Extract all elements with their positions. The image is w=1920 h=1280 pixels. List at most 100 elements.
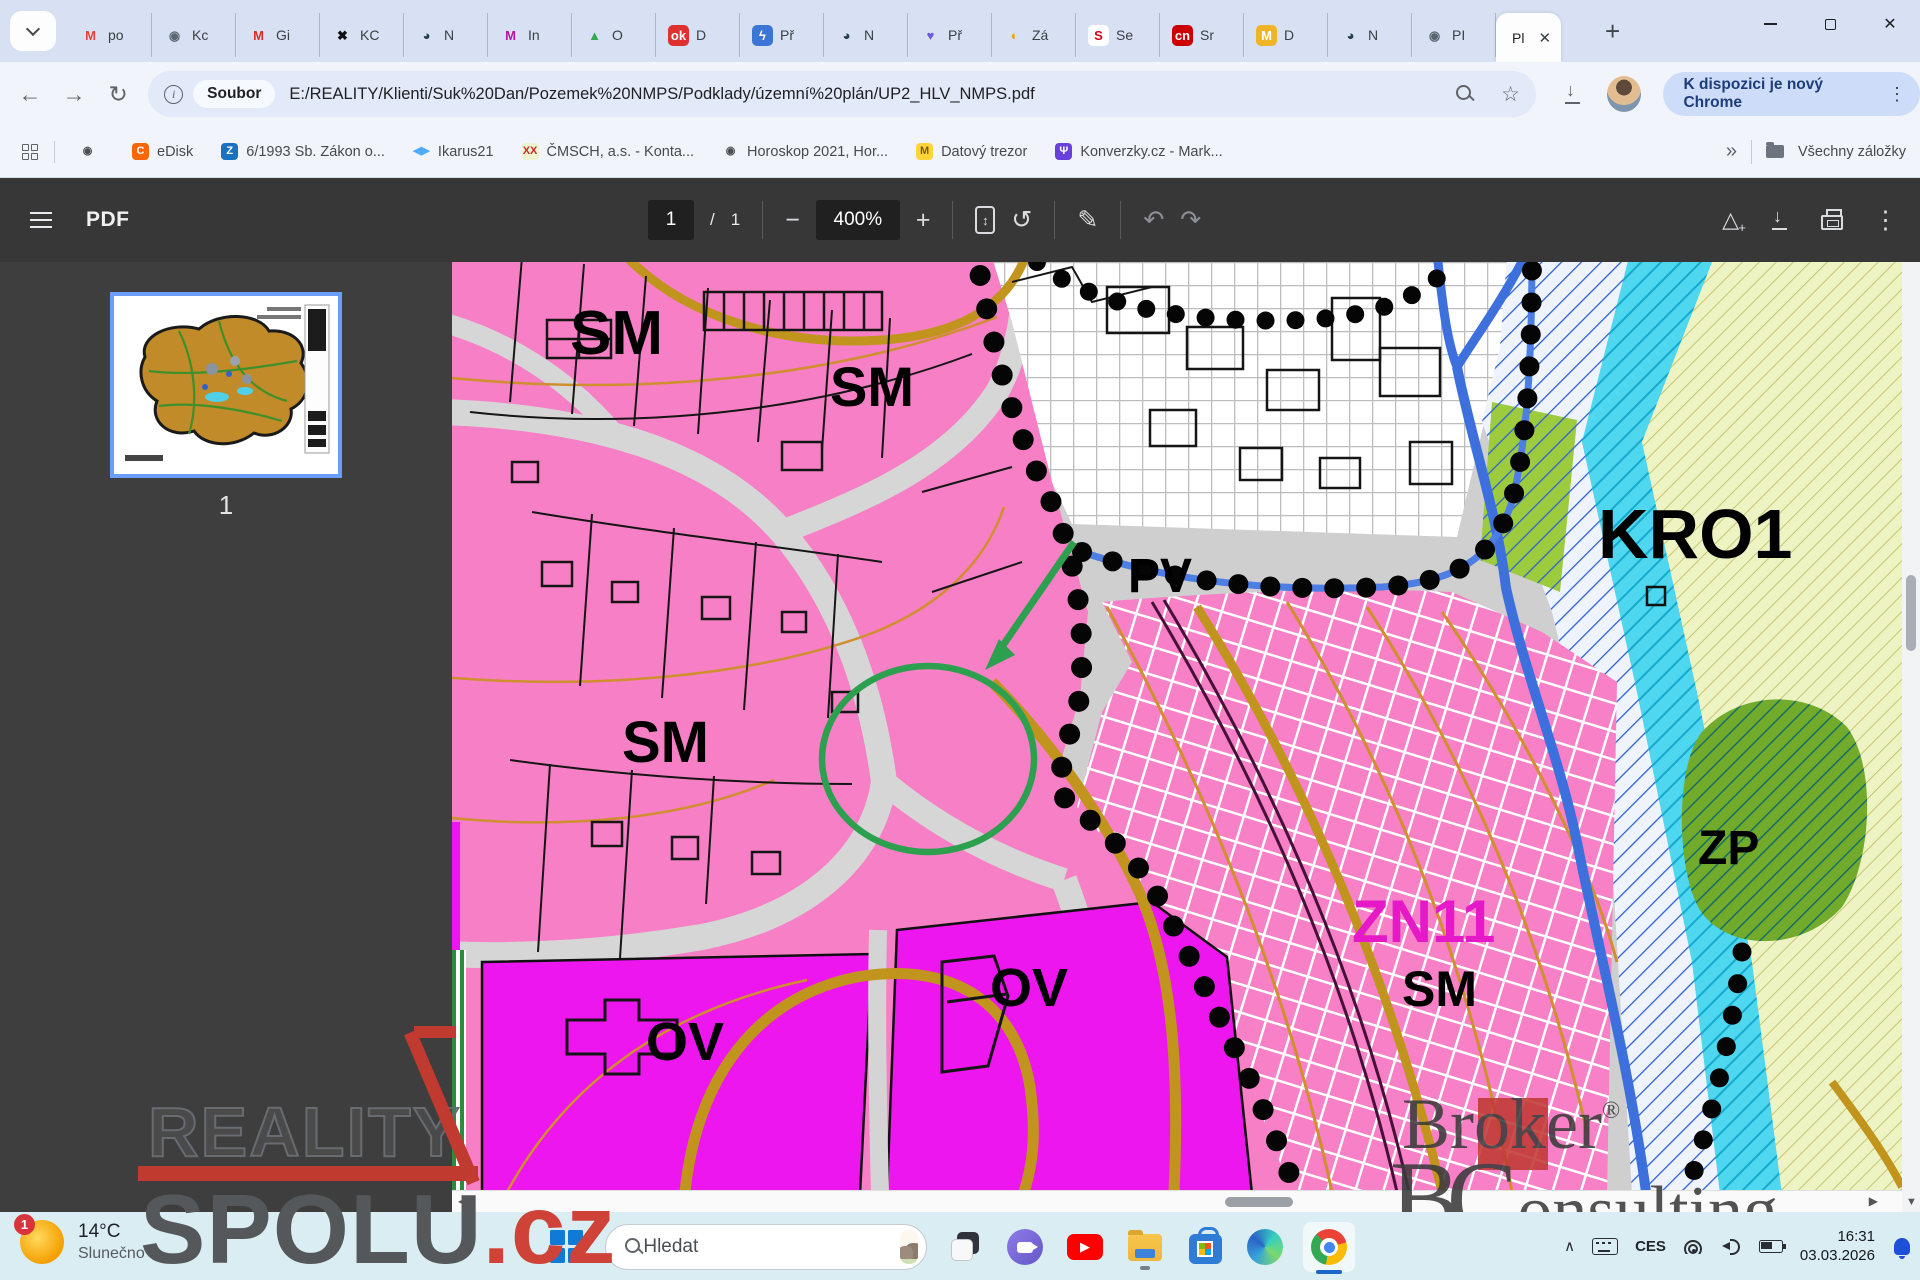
zoom-level-input[interactable]: 400% [816,200,900,240]
undo-icon[interactable]: ↶ [1143,205,1164,235]
pdf-canvas[interactable]: SMSMSMPVKRO1ZN11SMZPOVOV [452,262,1902,1190]
browser-toolbar: ← → ↻ i Soubor E:/REALITY/Klienti/Suk%20… [0,62,1920,126]
file-explorer-button[interactable] [1123,1224,1167,1270]
bookmark-item[interactable]: ◉ Horoskop 2021, Hor... [712,138,898,165]
weather-condition: Slunečno [78,1245,145,1263]
bookmark-item[interactable]: XX ČMSCH, a.s. - Konta... [512,138,704,165]
bookmark-item[interactable]: M Datový trezor [906,138,1037,165]
more-options-icon[interactable]: ⋮ [1873,205,1898,235]
back-button[interactable]: ← [8,81,52,108]
browser-tab[interactable]: ◕ N [404,13,488,57]
search-input[interactable] [643,1236,888,1258]
browser-tab[interactable]: S Se [1076,13,1160,57]
browser-tab[interactable]: cn Sr [1160,13,1244,57]
browser-tab[interactable]: ◐ Zá [992,13,1076,57]
edge-button[interactable] [1243,1224,1287,1270]
save-to-drive-icon[interactable]: △ [1722,207,1739,233]
page-thumbnail[interactable] [110,292,342,478]
browser-tab[interactable]: ϟ Př [740,13,824,57]
tab-favicon-icon: ▲ [584,25,605,46]
bookmark-item[interactable]: Ψ Konverzky.cz - Mark... [1045,138,1232,165]
zoom-in-button[interactable]: + [916,206,931,235]
minimize-button[interactable] [1740,0,1800,48]
vertical-scrollbar[interactable]: ▼ [1902,262,1920,1212]
close-tab-icon[interactable]: ✕ [1538,29,1551,47]
new-tab-button[interactable]: + [1605,17,1620,45]
time: 16:31 [1800,1227,1875,1247]
chrome-update-button[interactable]: K dispozici je nový Chrome ⋮ [1663,72,1920,116]
page-info-icon[interactable]: i [164,85,183,104]
close-window-button[interactable]: ✕ [1860,0,1920,48]
menu-icon[interactable] [30,212,52,215]
scroll-right-icon[interactable]: ▶ [1869,1194,1878,1208]
all-bookmarks-label[interactable]: Všechny záložky [1798,144,1906,160]
browser-menu-icon[interactable]: ⋮ [1888,84,1906,105]
chrome-button[interactable] [1303,1222,1355,1272]
language-indicator[interactable]: CES [1635,1238,1666,1255]
browser-tab[interactable]: M D [1244,13,1328,57]
reload-button[interactable]: ↻ [96,81,140,108]
browser-tab[interactable]: ♥ Př [908,13,992,57]
store-button[interactable] [1183,1224,1227,1270]
browser-tab[interactable]: ◉ PI [1412,13,1496,57]
browser-tab[interactable]: ▲ O [572,13,656,57]
map-label: KRO1 [1598,495,1792,573]
apps-grid-icon[interactable] [22,144,38,160]
forward-button[interactable]: → [52,81,96,108]
zoom-out-button[interactable]: − [785,206,800,235]
browser-tab[interactable]: ◕ N [1328,13,1412,57]
divider [1120,201,1121,239]
bookmark-item[interactable]: C eDisk [122,138,203,165]
system-tray: ∧ CES 16:31 03.03.2026 [1564,1212,1910,1280]
browser-tab[interactable]: ✖ KC [320,13,404,57]
chat-button[interactable] [1003,1224,1047,1270]
profile-avatar[interactable] [1607,76,1641,112]
bookmarks-overflow-icon[interactable]: » [1726,140,1737,163]
tab-search-button[interactable] [10,11,56,51]
bookmark-item[interactable]: Z 6/1993 Sb. Zákon o... [211,138,395,165]
task-view-button[interactable] [943,1224,987,1270]
taskbar-search[interactable] [605,1224,927,1270]
redo-icon[interactable]: ↷ [1180,205,1201,235]
scroll-down-icon[interactable]: ▼ [1906,1196,1917,1208]
bookmark-item[interactable]: ◀▶ Ikarus21 [403,138,504,165]
browser-tab[interactable]: ◕ N [824,13,908,57]
tray-chevron-icon[interactable]: ∧ [1564,1237,1575,1255]
browser-tab[interactable]: M Gi [236,13,320,57]
map-label: PV [1128,550,1192,603]
watermark-reality: REALITY [148,1092,461,1172]
address-bar[interactable]: i Soubor E:/REALITY/Klienti/Suk%20Dan/Po… [148,71,1536,117]
horizontal-scroll-thumb[interactable] [1225,1197,1293,1207]
download-pdf-icon[interactable] [1769,209,1791,231]
notification-bell-icon[interactable] [1894,1238,1910,1255]
rotate-icon[interactable]: ↺ [1011,205,1032,235]
map-label: ZN11 [1352,888,1495,955]
maximize-button[interactable] [1800,0,1860,48]
page-number-input[interactable]: 1 [648,200,694,240]
browser-tab[interactable]: ok D [656,13,740,57]
wifi-icon[interactable] [1683,1238,1705,1254]
clock[interactable]: 16:31 03.03.2026 [1800,1227,1875,1266]
browser-tab[interactable]: M po [68,13,152,57]
divider [1054,201,1055,239]
weather-widget[interactable]: 1 14°C Slunečno [20,1220,145,1264]
browser-tab[interactable]: ◉ Kc [152,13,236,57]
active-tab[interactable]: Pl ✕ [1496,13,1561,62]
print-icon[interactable] [1821,215,1843,230]
bookmark-star-icon[interactable]: ☆ [1501,82,1520,107]
search-highlight-image[interactable] [900,1230,918,1264]
battery-icon[interactable] [1759,1240,1783,1253]
browser-tab[interactable]: M In [488,13,572,57]
annotate-pen-icon[interactable]: ✎ [1077,205,1098,235]
fit-page-icon[interactable]: ↕ [975,206,995,234]
bookmark-item[interactable]: ◉ [69,138,114,165]
tab-favicon-icon: M [80,25,101,46]
volume-icon[interactable] [1722,1238,1742,1254]
youtube-button[interactable]: ▶ [1063,1224,1107,1270]
downloads-icon[interactable] [1562,83,1583,105]
zoom-page-icon[interactable] [1455,84,1475,104]
watermark-spolu: SPOLU.cz [140,1180,616,1278]
keyboard-icon[interactable] [1592,1238,1618,1255]
thumbnail-sidebar: 1 [0,262,452,1212]
vertical-scroll-thumb[interactable] [1906,575,1916,651]
